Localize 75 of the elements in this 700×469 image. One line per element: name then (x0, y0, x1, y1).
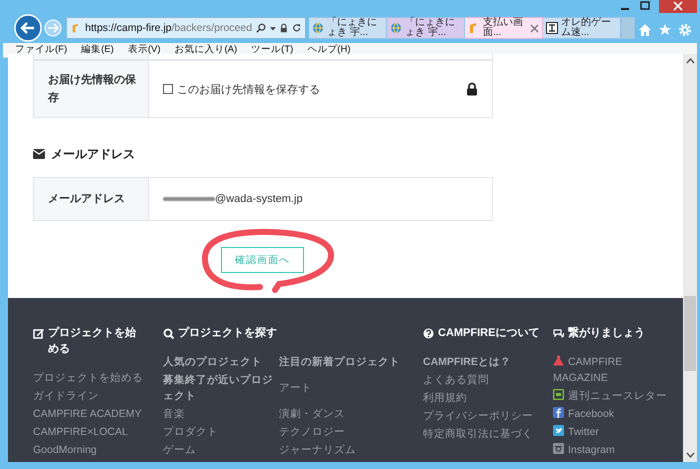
envelope-icon (33, 149, 45, 159)
footer-link[interactable]: ゲーム (163, 442, 275, 458)
help-icon (423, 328, 434, 339)
footer-link[interactable]: CAMPFIRE MAGAZINE (553, 354, 668, 386)
footer-link[interactable]: Twitter (553, 424, 668, 440)
newsletter-icon (553, 389, 564, 400)
edit-icon (33, 328, 44, 339)
browser-tab[interactable]: 「にょきにょき 宇... (387, 17, 465, 39)
footer-link[interactable]: 演劇・ダンス (279, 406, 419, 422)
footer-heading: プロジェクトを始める (48, 326, 137, 357)
footer-link[interactable]: GoodMorning (33, 442, 145, 458)
scrollbar[interactable] (683, 54, 697, 462)
footer-link[interactable]: よくある質問 (423, 372, 547, 388)
search-icon[interactable] (256, 22, 266, 34)
lock-icon[interactable] (280, 22, 288, 34)
menu-item[interactable]: お気に入り(A) (174, 44, 238, 55)
footer-heading: 繋がりましょう (568, 326, 645, 341)
facebook-icon (553, 407, 564, 418)
footer-link[interactable]: 特定商取引法に基づく (423, 426, 547, 442)
footer-link[interactable]: Instagram (553, 442, 668, 458)
search-icon (163, 328, 174, 339)
footer-link[interactable]: 利用規約 (423, 390, 547, 406)
browser-tab[interactable]: 支払い画面... (465, 17, 543, 39)
footer-link[interactable]: ジャーナリズム (279, 442, 419, 458)
refresh-icon[interactable] (292, 22, 302, 34)
save-checkbox[interactable]: このお届け先情報を保存する (163, 82, 320, 96)
flask-icon (553, 355, 564, 366)
camera-icon (553, 443, 564, 454)
footer-link[interactable]: プロダクト (163, 424, 275, 440)
address-bar[interactable]: https://camp-fire.jp/backers/proceed (66, 17, 306, 39)
footer-link[interactable]: アート (279, 380, 419, 396)
footer-link[interactable]: 注目の新着プロジェクト (279, 354, 419, 370)
footer-link[interactable]: 人気のプロジェクト (163, 354, 275, 370)
menu-item[interactable]: ファイル(F) (15, 44, 68, 55)
scroll-thumb[interactable] (684, 296, 696, 371)
close-icon[interactable] (530, 24, 539, 32)
footer-heading: CAMPFIREについて (438, 326, 540, 341)
browser-tab[interactable]: 「にょきにょき 宇... (309, 17, 387, 39)
url-text: https://camp-fire.jp/backers/proceed (85, 22, 252, 34)
redaction-mark (163, 197, 215, 201)
menu-item[interactable]: ヘルプ(H) (307, 44, 350, 55)
field-label: メールアドレス (48, 192, 125, 207)
checkbox[interactable] (163, 84, 173, 94)
menu-item[interactable]: 表示(V) (128, 44, 160, 55)
footer-link[interactable]: 募集終了が近いプロジェクト (163, 372, 275, 404)
footer-link[interactable]: 週刊ニュースレター (553, 388, 668, 404)
back-icon[interactable] (14, 14, 42, 42)
footer-link[interactable]: 音楽 (163, 406, 275, 422)
footer-link[interactable]: プロジェクトを始める (33, 370, 145, 386)
email-value: @wada-system.jp (215, 193, 303, 205)
footer-link[interactable]: ガイドライン (33, 388, 145, 404)
maximize-icon[interactable] (639, 1, 651, 11)
footer-link[interactable]: CAMPFIRE×LOCAL (33, 424, 145, 440)
footer-link[interactable]: テクノロジー (279, 424, 419, 440)
close-icon[interactable] (659, 0, 697, 13)
star-icon[interactable] (658, 23, 672, 37)
globe-icon (390, 22, 402, 34)
footer-link[interactable]: CAMPFIRE ACADEMY (33, 406, 145, 422)
browser-tab[interactable]: オレ的ゲーム速... (543, 17, 621, 39)
scroll-up-icon[interactable] (686, 58, 694, 64)
lock-icon (466, 82, 478, 96)
footer-link[interactable]: CAMPFIREとは？ (423, 354, 547, 370)
footer-heading: プロジェクトを探す (178, 326, 277, 341)
footer-link[interactable]: Facebook (553, 406, 668, 422)
square-logo-icon (546, 22, 558, 34)
menu-item[interactable]: ツール(T) (251, 44, 294, 55)
menu-item[interactable]: 編集(E) (81, 44, 114, 55)
section-heading: メールアドレス (51, 146, 135, 162)
footer-link[interactable]: プライバシーポリシー (423, 408, 547, 424)
globe-icon (312, 22, 324, 34)
confirm-button[interactable]: 確認画面へ (221, 247, 304, 273)
field-label: お届け先情報の保存 (48, 72, 137, 106)
twitter-icon (553, 425, 564, 436)
chat-icon (553, 328, 564, 339)
scroll-down-icon[interactable] (686, 452, 694, 458)
